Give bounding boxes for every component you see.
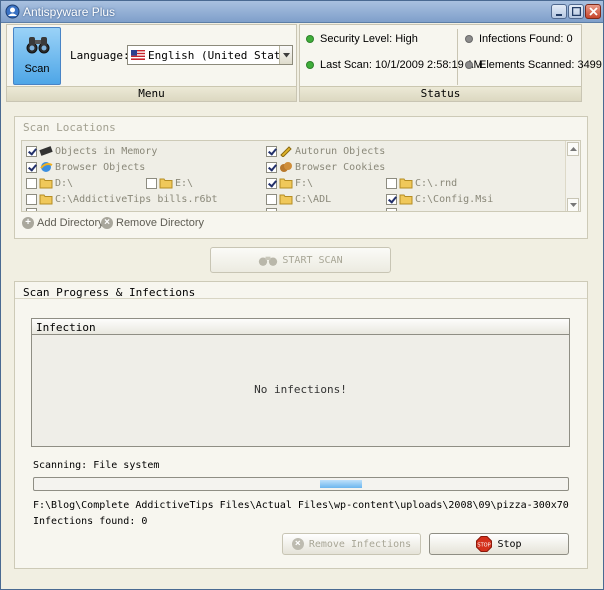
close-icon	[588, 7, 598, 16]
security-level-status: Security Level: High	[306, 33, 418, 45]
location-drive-d[interactable]: D:\	[26, 177, 73, 189]
remove-icon: ×	[101, 217, 113, 229]
folder-icon	[279, 194, 293, 205]
app-icon	[5, 4, 20, 19]
location-row-partial	[26, 208, 39, 211]
last-scan-text: Last Scan: 10/1/2009 2:58:19 AM	[320, 59, 483, 71]
scan-locations-title: Scan Locations	[23, 121, 116, 134]
location-c-config-msi[interactable]: C:\Config.Msi	[386, 193, 493, 205]
security-level-text: Security Level: High	[320, 33, 418, 45]
location-browser-cookies[interactable]: Browser Cookies	[266, 161, 385, 173]
minimize-button[interactable]	[551, 4, 567, 19]
folder-icon	[399, 178, 413, 189]
location-c-adl[interactable]: C:\ADL	[266, 193, 331, 205]
status-group: Security Level: High Last Scan: 10/1/200…	[299, 24, 602, 102]
menu-group-caption: Menu	[7, 86, 296, 101]
app-window: Antispyware Plus Scan Language: English …	[0, 0, 604, 590]
title-bar[interactable]: Antispyware Plus	[1, 1, 603, 23]
infections-found-text: Infections Found: 0	[479, 33, 573, 45]
svg-text:STOP: STOP	[478, 543, 491, 549]
location-drive-f[interactable]: F:\	[266, 177, 313, 189]
remove-icon: ×	[291, 538, 304, 550]
infections-found-status: Infections Found: 0	[465, 33, 573, 45]
maximize-button[interactable]	[568, 4, 584, 19]
checkbox[interactable]	[386, 193, 397, 205]
checkbox[interactable]	[386, 177, 397, 189]
checkbox[interactable]	[266, 145, 277, 157]
gray-status-dot-icon	[465, 61, 473, 69]
location-drive-e[interactable]: E:\	[146, 177, 193, 189]
scan-button-label: Scan	[24, 63, 50, 75]
checkbox[interactable]	[266, 161, 277, 173]
folder-icon	[279, 178, 293, 189]
stop-sign-icon: STOP	[476, 536, 493, 552]
scanning-status-text: Scanning: File system	[33, 460, 160, 471]
location-addictivetips-bills[interactable]: C:\AddictiveTips bills.r6bt	[26, 193, 218, 205]
chevron-down-icon[interactable]	[279, 46, 292, 64]
green-status-dot-icon	[306, 61, 314, 69]
status-divider	[457, 29, 458, 85]
language-label: Language:	[70, 49, 130, 62]
infections-found-count: Infections found: 0	[33, 516, 148, 527]
locations-scrollbar[interactable]	[565, 141, 580, 211]
language-select-value: English (United States)	[148, 48, 279, 62]
location-objects-in-memory[interactable]: Objects in Memory	[26, 145, 157, 157]
folder-icon	[399, 194, 413, 205]
start-scan-button[interactable]: START SCAN	[210, 247, 391, 273]
memory-chip-icon	[39, 146, 53, 156]
location-row-partial	[266, 208, 279, 211]
scroll-down-icon[interactable]	[567, 198, 579, 211]
folder-icon	[159, 178, 173, 189]
location-autorun-objects[interactable]: Autorun Objects	[266, 145, 385, 157]
current-file-path: F:\Blog\Complete AddictiveTips Files\Act…	[33, 500, 570, 511]
elements-scanned-status: Elements Scanned: 3499	[465, 59, 602, 71]
close-button[interactable]	[585, 4, 601, 19]
panel-divider	[15, 298, 587, 299]
start-scan-label: START SCAN	[282, 254, 343, 266]
gray-status-dot-icon	[465, 35, 473, 43]
checkbox[interactable]	[26, 145, 37, 157]
maximize-icon	[571, 7, 581, 16]
autorun-icon	[280, 146, 292, 157]
checkbox[interactable]	[266, 177, 277, 189]
binoculars-icon	[26, 37, 50, 54]
ribbon: Scan Language: English (United States) M…	[6, 24, 602, 102]
binoculars-icon	[259, 256, 278, 266]
checkbox[interactable]	[266, 193, 277, 205]
language-select[interactable]: English (United States)	[127, 45, 293, 65]
elements-scanned-text: Elements Scanned: 3499	[479, 59, 602, 71]
plus-icon: +	[22, 217, 34, 229]
folder-icon	[39, 194, 53, 205]
minimize-icon	[556, 13, 562, 16]
add-directory-button[interactable]: + Add Directory	[22, 217, 104, 229]
infection-column-header[interactable]: Infection	[32, 319, 569, 335]
us-flag-icon	[131, 50, 145, 60]
scroll-up-icon[interactable]	[567, 142, 579, 156]
checkbox[interactable]	[26, 193, 37, 205]
stop-button[interactable]: STOP Stop	[429, 533, 569, 555]
scan-progress-bar	[33, 477, 569, 491]
status-group-caption: Status	[300, 86, 581, 101]
scan-locations-list[interactable]: Objects in Memory Autorun Objects Browse…	[21, 140, 581, 212]
scan-button[interactable]: Scan	[13, 27, 61, 85]
checkbox[interactable]	[146, 177, 157, 189]
no-infections-text: No infections!	[254, 383, 347, 396]
location-browser-objects[interactable]: Browser Objects	[26, 161, 145, 173]
infections-table[interactable]: Infection No infections!	[31, 318, 570, 447]
progress-bar-fill	[320, 480, 362, 488]
location-c-rnd[interactable]: C:\.rnd	[386, 177, 457, 189]
remove-directory-button[interactable]: × Remove Directory	[101, 217, 204, 229]
green-status-dot-icon	[306, 35, 314, 43]
remove-infections-button[interactable]: × Remove Infections	[282, 533, 421, 555]
menu-group: Scan Language: English (United States) M…	[6, 24, 297, 102]
checkbox[interactable]	[26, 161, 37, 173]
folder-icon	[39, 178, 53, 189]
cookie-icon	[280, 162, 292, 172]
window-title: Antispyware Plus	[23, 5, 116, 19]
location-row-partial	[386, 208, 399, 211]
checkbox[interactable]	[26, 177, 37, 189]
browser-icon	[40, 162, 53, 172]
